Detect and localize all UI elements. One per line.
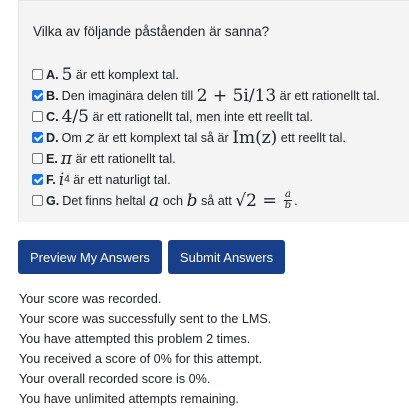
option-text: och: [159, 193, 187, 208]
fraction-denominator: b: [284, 200, 292, 211]
option-letter: E.: [46, 151, 58, 166]
option-text: Den imaginära delen till: [61, 88, 197, 103]
option-text: Det finns heltal: [62, 193, 150, 208]
option-text: ett reellt tal.: [277, 130, 346, 145]
option-text: är ett naturligt tal.: [69, 172, 171, 187]
checkbox-d[interactable]: [32, 132, 43, 143]
problem-box: Vilka av följande påståenden är sanna? A…: [18, 0, 409, 222]
math: π: [60, 148, 73, 169]
math: z: [85, 127, 95, 148]
option-f[interactable]: F. i4 är ett naturligt tal.: [32, 169, 380, 190]
option-c[interactable]: C. 4/5 är ett rationellt tal, men inte e…: [32, 106, 380, 127]
message-line: You have attempted this problem 2 times.: [19, 332, 251, 346]
math: 5: [61, 64, 73, 85]
message-line: Your score was successfully sent to the …: [19, 312, 272, 326]
message-line: Your score was recorded.: [19, 292, 162, 306]
question-text: Vilka av följande påståenden är sanna?: [33, 24, 270, 39]
option-letter: G.: [46, 193, 60, 208]
option-text: är ett komplext tal så är: [94, 130, 233, 145]
checkbox-b[interactable]: [32, 90, 43, 101]
result-messages: Your score was recorded. Your score was …: [19, 289, 271, 409]
math: √2 =: [235, 190, 282, 211]
button-row: Preview My Answers Submit Answers: [18, 240, 291, 274]
option-d[interactable]: D. Om z är ett komplext tal så är Im(z) …: [32, 127, 380, 148]
option-letter: F.: [46, 172, 56, 187]
option-letter: B.: [46, 88, 59, 103]
checkbox-e[interactable]: [32, 153, 43, 164]
options-list: A. 5 är ett komplext tal. B. Den imaginä…: [32, 64, 380, 211]
checkbox-f[interactable]: [32, 174, 43, 185]
option-b[interactable]: B. Den imaginära delen till 2 + 5i/13 är…: [32, 85, 380, 106]
option-text: är ett rationellt tal.: [276, 88, 380, 103]
option-letter: A.: [46, 67, 59, 82]
checkbox-g[interactable]: [32, 195, 43, 206]
option-letter: D.: [46, 130, 59, 145]
option-text: .: [293, 193, 298, 208]
preview-answers-button[interactable]: Preview My Answers: [18, 240, 162, 274]
math: b: [186, 190, 198, 211]
option-a[interactable]: A. 5 är ett komplext tal.: [32, 64, 380, 85]
math: 4/5: [61, 106, 89, 127]
math: 2 + 5i/13: [196, 85, 277, 106]
option-letter: C.: [46, 109, 59, 124]
message-line: Your overall recorded score is 0%.: [19, 372, 211, 386]
option-text: är ett komplext tal.: [72, 67, 179, 82]
message-line: You have unlimited attempts remaining.: [19, 392, 240, 406]
option-text: är ett rationellt tal, men inte ett reel…: [88, 109, 313, 124]
checkbox-a[interactable]: [32, 69, 43, 80]
option-e[interactable]: E. π är ett rationellt tal.: [32, 148, 380, 169]
option-text: är ett rationellt tal.: [72, 151, 176, 166]
math: a: [149, 190, 160, 211]
option-text: så att: [197, 193, 236, 208]
checkbox-c[interactable]: [32, 111, 43, 122]
fraction: a b: [283, 190, 292, 211]
option-text: Om: [61, 130, 86, 145]
message-line: You received a score of 0% for this atte…: [19, 352, 263, 366]
option-g[interactable]: G. Det finns heltal a och b så att √2 = …: [32, 190, 380, 211]
submit-answers-button[interactable]: Submit Answers: [167, 240, 286, 274]
math: Im(z): [232, 127, 278, 148]
